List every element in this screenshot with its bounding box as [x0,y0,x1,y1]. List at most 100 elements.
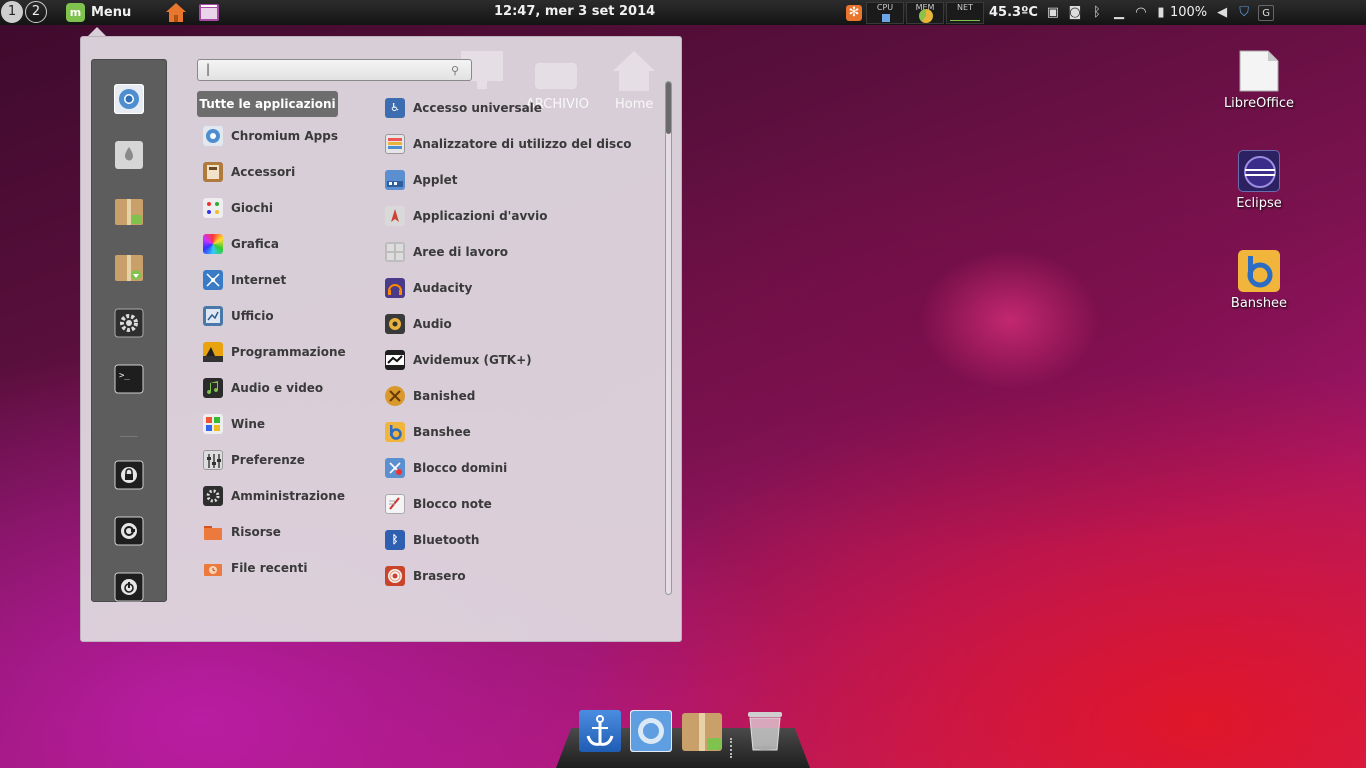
category-giochi[interactable]: Giochi [203,195,363,221]
category-file-recenti[interactable]: File recenti [203,555,363,581]
net-monitor[interactable]: NET [946,1,984,24]
graphics-icon [203,234,223,254]
logout-button[interactable] [114,516,144,546]
desktop-icon-eclipse[interactable]: Eclipse [1214,150,1304,211]
app-avidemux[interactable]: Avidemux (GTK+) [385,347,645,373]
dock-anchor-launcher[interactable] [579,710,621,752]
package-download-icon [115,255,143,281]
category-accessori[interactable]: Accessori [203,159,363,185]
desktop-icon-label: LibreOffice [1223,96,1295,111]
favorite-settings[interactable] [114,308,144,338]
dock-separator [730,738,736,758]
favorites-bar: >_ [91,59,167,602]
favorite-package-manager[interactable] [114,196,144,226]
app-applet[interactable]: Applet [385,167,645,193]
desktop-icon-banshee[interactable]: Banshee [1214,250,1304,311]
cpu-monitor[interactable]: CPU [866,1,904,24]
home-launcher-icon[interactable] [165,2,187,23]
accessibility-icon: ♿ [385,98,405,118]
desktop-icon-libreoffice[interactable]: LibreOffice [1214,50,1304,111]
category-label: Internet [231,273,287,287]
category-label: Giochi [231,201,273,215]
app-label: Banshee [413,425,471,439]
category-amministrazione[interactable]: Amministrazione [203,483,363,509]
lock-screen-button[interactable] [114,460,144,490]
category-label: Risorse [231,525,281,539]
speaker-icon [385,314,405,334]
games-icon [203,198,223,218]
app-audio[interactable]: Audio [385,311,645,337]
app-label: Bluetooth [413,533,480,547]
category-audio-video[interactable]: Audio e video [203,375,363,401]
app-banished[interactable]: Banished [385,383,645,409]
category-internet[interactable]: Internet [203,267,363,293]
office-icon [203,306,223,326]
menu-button[interactable]: m Menu [66,2,131,23]
category-grafica[interactable]: Grafica [203,231,363,257]
category-chromium-apps[interactable]: Chromium Apps [203,123,363,149]
favorite-chromium[interactable] [114,84,144,114]
workspace-1-button[interactable]: 1 [1,1,23,23]
internet-icon [203,270,223,290]
shield-icon[interactable]: ⛉ [1236,5,1252,21]
category-programmazione[interactable]: Programmazione [203,339,363,365]
calculator-icon [203,162,223,182]
category-risorse[interactable]: Risorse [203,519,363,545]
favorites-separator [120,436,138,437]
banshee-icon [1238,250,1280,292]
app-accesso-universale[interactable]: ♿ Accesso universale [385,95,645,121]
all-applications-button[interactable]: Tutte le applicazioni [197,91,338,117]
category-preferenze[interactable]: Preferenze [203,447,363,473]
favorite-update-manager[interactable] [114,252,144,282]
desktop-icon-label: Eclipse [1236,196,1282,211]
programming-icon [203,342,223,362]
app-bluetooth[interactable]: ᛒ Bluetooth [385,527,645,553]
category-wine[interactable]: Wine [203,411,363,437]
app-blocco-note[interactable]: Blocco note [385,491,645,517]
shutdown-button[interactable] [114,572,144,602]
dock-package-launcher[interactable] [681,710,723,752]
drop-icon [115,141,143,169]
app-label: Avidemux (GTK+) [413,353,532,367]
wifi-icon[interactable]: ◠ [1133,5,1149,21]
clock[interactable]: 12:47, mer 3 set 2014 [494,4,655,19]
volume-icon[interactable]: ◀ [1214,5,1230,21]
application-list-scrollbar[interactable] [665,81,672,595]
battery-percent[interactable]: 100% [1170,5,1207,20]
wine-icon [203,414,223,434]
dock-trash[interactable] [744,710,786,752]
g-icon[interactable]: G [1258,4,1275,21]
startup-apps-icon [385,206,405,226]
bluetooth-icon[interactable]: ᛒ [1089,5,1105,21]
app-brasero[interactable]: Brasero [385,563,645,589]
favorite-drop-app[interactable] [114,140,144,170]
category-label: File recenti [231,561,308,575]
temperature-readout[interactable]: 45.3ºC [989,5,1038,20]
workspace-2-button[interactable]: 2 [25,1,47,23]
menu-pointer-arrow [88,27,106,36]
app-label: Applicazioni d'avvio [413,209,548,223]
app-banshee[interactable]: Banshee [385,419,645,445]
top-panel: 1 2 m Menu 12:47, mer 3 set 2014 ✻ CPU M… [0,0,1366,25]
display-icon[interactable]: ▣ [1045,5,1061,21]
avidemux-icon [385,350,405,370]
gear-icon[interactable]: ✻ [846,4,862,21]
app-analizzatore-disco[interactable]: Analizzatore di utilizzo del disco [385,131,645,157]
battery-icon[interactable]: ▮ [1155,5,1167,21]
window-launcher-icon[interactable] [198,2,220,23]
scrollbar-thumb[interactable] [666,82,671,134]
keyboard-icon[interactable]: ▁ [1111,5,1127,21]
dock-chromium-launcher[interactable] [630,710,672,752]
category-ufficio[interactable]: Ufficio [203,303,363,329]
app-audacity[interactable]: Audacity [385,275,645,301]
camera-icon[interactable]: ◙ [1067,5,1083,21]
search-input[interactable]: | ⚲ [197,59,472,81]
app-aree-di-lavoro[interactable]: Aree di lavoro [385,239,645,265]
search-icon: ⚲ [450,64,459,77]
mem-monitor[interactable]: MEM [906,1,944,24]
app-applicazioni-avvio[interactable]: Applicazioni d'avvio [385,203,645,229]
app-blocco-domini[interactable]: Blocco domini [385,455,645,481]
libreoffice-icon [1238,50,1280,92]
favorite-terminal[interactable]: >_ [114,364,144,394]
cpu-monitor-label: CPU [876,2,894,12]
